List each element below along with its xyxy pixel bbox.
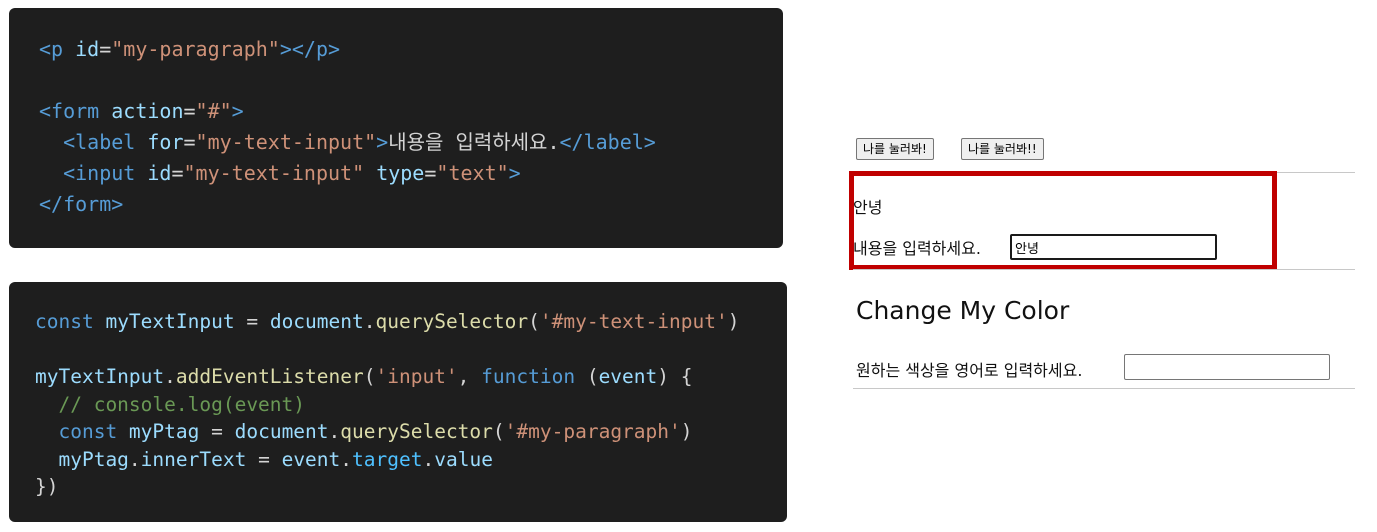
code-token: = (183, 130, 196, 154)
code-token: = (199, 420, 235, 443)
code-line: <label for="my-text-input">내용을 입력하세요.</l… (39, 127, 783, 158)
code-token: "my-text-input" (195, 130, 377, 154)
code-token: function (481, 365, 576, 388)
code-token: > (376, 130, 389, 154)
code-token: > (508, 161, 521, 185)
code-token: <label (39, 130, 148, 154)
code-token: myPtag (128, 420, 200, 443)
code-comment: // console.log(event) (35, 392, 306, 416)
divider (853, 269, 1355, 270)
code-token: ( (528, 310, 540, 333)
code-token: ( (492, 420, 505, 443)
code-token: = (246, 447, 282, 471)
code-token: document (234, 420, 329, 443)
code-token: . (328, 420, 341, 443)
code-token: "text" (436, 161, 509, 185)
code-token: ( (363, 365, 376, 388)
code-token: id (75, 37, 100, 61)
code-token: > (231, 99, 244, 123)
code-token: . (422, 447, 435, 471)
code-token: innerText (140, 447, 247, 471)
code-token: event (281, 447, 341, 471)
html-code-block: <p id="my-paragraph"></p> <form action="… (9, 8, 783, 248)
code-token: type (376, 161, 425, 185)
divider (853, 388, 1355, 389)
code-token: const (35, 420, 129, 443)
my-paragraph: 안녕 (853, 198, 883, 217)
code-token: ) (727, 310, 740, 333)
code-token: = (234, 310, 270, 333)
code-token: for (147, 130, 184, 154)
code-token: . (164, 365, 176, 388)
code-token: = (183, 99, 196, 123)
code-token: = (424, 161, 437, 185)
color-input-label: 원하는 색상을 영어로 입력하세요. (856, 361, 1083, 380)
code-token: ) (680, 420, 693, 443)
text-input-label: 내용을 입력하세요. (853, 239, 981, 258)
code-line: <input id="my-text-input" type="text"> (39, 158, 783, 189)
code-token: myPtag (35, 447, 129, 471)
code-token: target (352, 447, 423, 471)
code-line: }) (35, 473, 787, 501)
code-token: event (598, 365, 658, 388)
code-token: '#my-paragraph' (504, 420, 681, 443)
code-token: const (35, 310, 106, 333)
code-line: <form action="#"> (39, 96, 783, 127)
code-token: ( (575, 365, 599, 388)
code-token: id (147, 161, 172, 185)
code-token: myTextInput (105, 310, 235, 333)
code-line: const myTextInput = document.querySelect… (35, 308, 787, 336)
code-token: value (434, 447, 493, 471)
js-code-block: const myTextInput = document.querySelect… (9, 282, 787, 522)
code-token: addEventListener (175, 365, 364, 388)
code-token: "#" (195, 99, 232, 123)
code-token: 'input' (375, 365, 458, 388)
code-token: ></p> (279, 37, 341, 61)
code-line: myPtag.innerText = event.target.value (35, 446, 787, 474)
code-line: const myPtag = document.querySelector('#… (35, 418, 787, 446)
code-line: // console.log(event) (35, 391, 787, 419)
code-line: </form> (39, 189, 783, 220)
code-token: , (457, 365, 482, 388)
code-token: <p (39, 37, 76, 61)
code-token: document (269, 310, 364, 333)
code-token: 내용을 입력하세요. (388, 130, 560, 154)
code-token: "my-text-input" (183, 161, 365, 185)
code-token: "my-paragraph" (111, 37, 280, 61)
code-token: . (363, 310, 376, 333)
code-token: <form (39, 99, 112, 123)
code-token: action (111, 99, 184, 123)
code-line: <p id="my-paragraph"></p> (39, 34, 783, 65)
section-heading: Change My Color (856, 296, 1070, 325)
code-token: = (99, 37, 112, 61)
code-token: querySelector (340, 420, 493, 443)
code-token: . (128, 447, 141, 471)
click-me-button[interactable]: 나를 눌러봐! (856, 138, 934, 160)
click-me-button-2[interactable]: 나를 눌러봐!! (961, 138, 1044, 160)
browser-preview: 나를 눌러봐! 나를 눌러봐!! 안녕 내용을 입력하세요. Change My… (849, 130, 1355, 400)
color-input[interactable] (1124, 354, 1330, 380)
code-token: . (340, 447, 353, 471)
code-token: = (171, 161, 184, 185)
code-token: }) (35, 475, 59, 498)
code-token: </form> (39, 192, 124, 216)
code-token: </label> (559, 130, 656, 154)
code-line: myTextInput.addEventListener('input', fu… (35, 363, 787, 391)
code-token: ) { (657, 365, 693, 388)
code-token: <input (39, 161, 148, 185)
code-token: myTextInput (35, 365, 165, 388)
code-token: querySelector (375, 310, 529, 333)
my-text-input[interactable] (1010, 234, 1217, 260)
code-token: '#my-text-input' (539, 310, 728, 333)
